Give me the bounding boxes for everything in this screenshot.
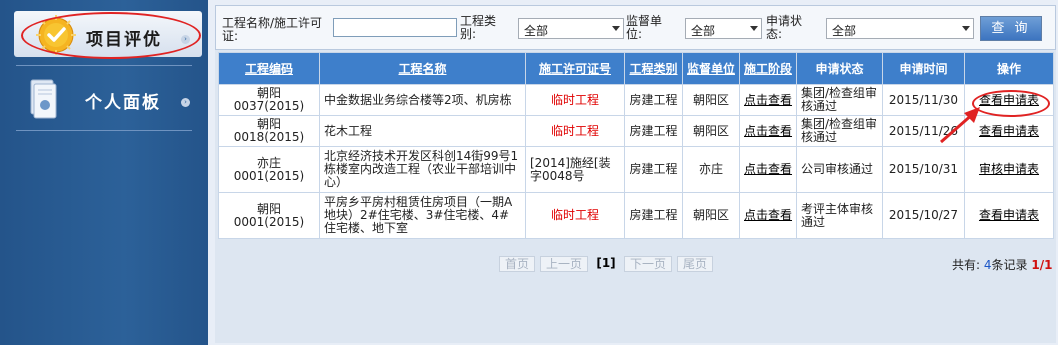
current-page: [1] — [596, 256, 616, 270]
project-code: 朝阳0001(2015) — [218, 192, 320, 239]
column-header[interactable]: 工程名称 — [319, 52, 526, 85]
search-button[interactable]: 查 询 — [980, 16, 1042, 41]
total-count: 4 — [983, 258, 992, 272]
application-date: 2015/10/31 — [882, 146, 965, 193]
stage-cell: 点击查看 — [739, 84, 797, 116]
column-header[interactable]: 工程编码 — [218, 52, 320, 85]
record-count: 共有: 4条记录 1/1 — [952, 256, 1052, 273]
total-prefix: 共有: — [952, 258, 981, 272]
category-select-value: 全部 — [524, 24, 549, 38]
supervisor-select-value: 全部 — [691, 24, 716, 38]
view-stage-link[interactable]: 点击查看 — [744, 162, 792, 176]
application-status: 考评主体审核通过 — [796, 192, 883, 239]
sidebar-item-label: 个人面板 — [85, 93, 161, 113]
project-name: 中金数据业务综合楼等2项、机房栋 — [319, 84, 526, 116]
supervisor-unit: 亦庄 — [682, 146, 740, 193]
supervisor-unit: 朝阳区 — [682, 115, 740, 147]
table-row: 亦庄0001(2015) 北京经济技术开发区科创14街99号1栋楼室内改造工程（… — [218, 146, 1054, 193]
last-page-button[interactable]: 尾页 — [677, 256, 713, 272]
project-name: 北京经济技术开发区科创14街99号1栋楼室内改造工程（农业干部培训中心） — [319, 146, 526, 193]
project-name-label: 工程名称/施工许可证: — [222, 16, 323, 43]
first-page-button[interactable]: 首页 — [499, 256, 535, 272]
divider — [16, 65, 192, 66]
highlight-oval — [972, 90, 1050, 117]
supervisor-select[interactable]: 全部 — [685, 18, 762, 39]
project-code: 朝阳0037(2015) — [218, 84, 320, 116]
stage-cell: 点击查看 — [739, 192, 797, 239]
next-page-button[interactable]: 下一页 — [624, 256, 672, 272]
permit-number: 临时工程 — [525, 115, 625, 147]
permit-number: 临时工程 — [525, 192, 625, 239]
column-header[interactable]: 监督单位 — [682, 52, 740, 85]
document-icon — [30, 79, 57, 119]
table-row: 朝阳0037(2015) 中金数据业务综合楼等2项、机房栋 临时工程 房建工程 … — [218, 84, 1054, 116]
chevron-down-icon — [750, 26, 758, 31]
project-code: 亦庄0001(2015) — [218, 146, 320, 193]
prev-page-button[interactable]: 上一页 — [540, 256, 588, 272]
project-category: 房建工程 — [624, 146, 683, 193]
project-name: 平房乡平房村租赁住房项目（一期A地块）2#住宅楼、3#住宅楼、4#住宅楼、地下室 — [319, 192, 526, 239]
status-select-value: 全部 — [832, 24, 857, 38]
total-suffix: 条记录 — [991, 258, 1028, 272]
column-header[interactable]: 施工阶段 — [739, 52, 797, 85]
action-cell: 审核申请表 — [964, 146, 1054, 193]
project-name: 花木工程 — [319, 115, 526, 147]
arrow-icon — [940, 107, 980, 144]
highlight-oval — [21, 12, 201, 59]
project-category: 房建工程 — [624, 115, 683, 147]
main-panel: 工程名称/施工许可证: 工程类别: 全部 监督单位: 全部 申请状态: 全部 查… — [215, 5, 1056, 343]
action-cell: 查看申请表 — [964, 192, 1054, 239]
page-indicator: 1/1 — [1031, 258, 1053, 272]
divider — [16, 130, 192, 131]
application-status: 集团/检查组审核通过 — [796, 115, 883, 147]
column-header: 申请时间 — [882, 52, 965, 85]
chevron-down-icon — [612, 26, 620, 31]
view-stage-link[interactable]: 点击查看 — [744, 124, 792, 138]
permit-number: 临时工程 — [525, 84, 625, 116]
sidebar: 项目评优 › 个人面板 › — [0, 0, 208, 345]
supervisor-unit: 朝阳区 — [682, 192, 740, 239]
application-status: 集团/检查组审核通过 — [796, 84, 883, 116]
chevron-down-icon — [962, 26, 970, 31]
view-stage-link[interactable]: 点击查看 — [744, 208, 792, 222]
application-status: 公司审核通过 — [796, 146, 883, 193]
column-header[interactable]: 施工许可证号 — [525, 52, 625, 85]
table-header-row: 工程编码 工程名称 施工许可证号 工程类别 监督单位 施工阶段 申请状态 申请时… — [218, 52, 1054, 85]
application-date: 2015/10/27 — [882, 192, 965, 239]
supervisor-unit: 朝阳区 — [682, 84, 740, 116]
view-stage-link[interactable]: 点击查看 — [744, 93, 792, 107]
sidebar-item-personal-panel[interactable]: 个人面板 › — [8, 70, 200, 128]
category-select[interactable]: 全部 — [518, 18, 624, 39]
project-code: 朝阳0018(2015) — [218, 115, 320, 147]
project-category: 房建工程 — [624, 84, 683, 116]
column-header: 操作 — [964, 52, 1054, 85]
search-bar: 工程名称/施工许可证: 工程类别: 全部 监督单位: 全部 申请状态: 全部 查… — [215, 5, 1056, 50]
status-label: 申请状态: — [766, 14, 803, 41]
application-table: 工程编码 工程名称 施工许可证号 工程类别 监督单位 施工阶段 申请状态 申请时… — [218, 52, 1054, 239]
project-name-input[interactable] — [333, 18, 457, 37]
supervisor-label: 监督单位: — [626, 14, 663, 41]
project-category: 房建工程 — [624, 192, 683, 239]
category-label: 工程类别: — [460, 14, 497, 41]
chevron-right-icon: › — [181, 98, 190, 107]
table-row: 朝阳0001(2015) 平房乡平房村租赁住房项目（一期A地块）2#住宅楼、3#… — [218, 192, 1054, 239]
view-application-link[interactable]: 查看申请表 — [979, 124, 1039, 138]
view-application-link[interactable]: 查看申请表 — [979, 208, 1039, 222]
stage-cell: 点击查看 — [739, 115, 797, 147]
permit-number: [2014]施经[装字0048号 — [525, 146, 625, 193]
column-header[interactable]: 工程类别 — [624, 52, 683, 85]
column-header: 申请状态 — [796, 52, 883, 85]
table-row: 朝阳0018(2015) 花木工程 临时工程 房建工程 朝阳区 点击查看 集团/… — [218, 115, 1054, 147]
status-select[interactable]: 全部 — [826, 18, 974, 39]
stage-cell: 点击查看 — [739, 146, 797, 193]
review-application-link[interactable]: 审核申请表 — [979, 162, 1039, 176]
